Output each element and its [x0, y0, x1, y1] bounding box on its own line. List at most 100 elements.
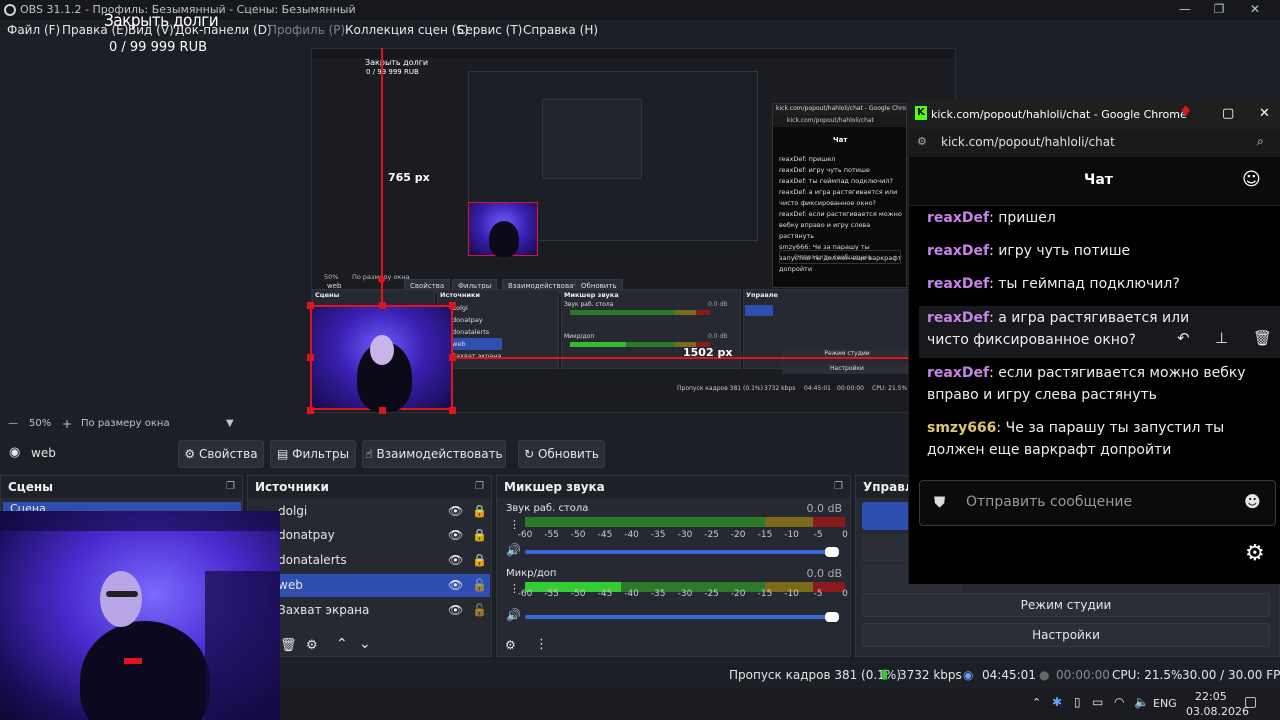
chat-message[interactable]: smzy666: Че за парашу ты запустил ты дол… [927, 417, 1267, 461]
resize-handle-r[interactable] [449, 354, 456, 361]
unlock-icon[interactable]: 🔓 [472, 574, 487, 597]
chat-username[interactable]: reaxDef [927, 310, 989, 326]
chat-message[interactable]: reaxDef: если растягивается можно вебку … [927, 362, 1267, 406]
menu-help[interactable]: Справка (H) [523, 23, 598, 37]
height-guide-line [381, 48, 383, 305]
rotate-handle[interactable] [378, 276, 385, 283]
source-toolbar: ◉ web ⚙ Свойства ▤ Фильтры ☝ Взаимодейст… [0, 440, 910, 468]
studio-mode-button[interactable]: Режим студии [862, 593, 1270, 617]
close-button[interactable]: ✕ [1259, 106, 1270, 121]
language-indicator[interactable]: ENG [1153, 697, 1177, 710]
mic-label: Микр/доп [506, 568, 557, 579]
shield-icon[interactable]: ⛊ [934, 493, 945, 511]
eye-icon[interactable]: 👁 [448, 500, 463, 523]
trash-icon[interactable]: 🗑 [1253, 329, 1272, 347]
close-button[interactable]: ✕ [1240, 2, 1270, 18]
kebab-menu-icon[interactable]: ⋮ [535, 637, 548, 652]
clock-time[interactable]: 22:05 [1195, 690, 1227, 703]
menu-file[interactable]: Файл (F) [7, 23, 60, 37]
interact-button[interactable]: ☝ Взаимодействовать [362, 440, 506, 468]
source-item-dolgi[interactable]: dolgi 👁 🔒 [250, 500, 490, 523]
resize-handle-l[interactable] [307, 354, 314, 361]
source-item-web[interactable]: web 👁 🔓 [250, 574, 490, 597]
eye-icon[interactable]: 👁 [448, 524, 463, 547]
volume-knob[interactable] [825, 547, 839, 557]
eye-icon[interactable]: 👁 [448, 574, 463, 597]
volume-icon[interactable]: 🔈 [1134, 695, 1149, 709]
notification-icon[interactable]: ▢ [1244, 694, 1257, 710]
eye-icon[interactable]: 👁 [448, 549, 463, 572]
settings-button[interactable]: Настройки [862, 623, 1270, 647]
wifi-icon[interactable]: ◠ [1114, 695, 1124, 709]
eye-icon[interactable]: 👁 [448, 599, 463, 622]
extension-icon[interactable]: ♦ [1179, 102, 1192, 120]
resize-handle-b[interactable] [379, 407, 386, 414]
chat-input[interactable]: ⛊ Отправить сообщение ☻ [919, 480, 1276, 526]
mixer-gear-icon[interactable]: ⚙ [505, 638, 516, 652]
reply-icon[interactable]: ↶ [1177, 329, 1190, 347]
url-text[interactable]: kick.com/popout/hahloli/chat [941, 135, 1115, 149]
source-item-screen-capture[interactable]: Захват экрана 👁 🔓 [250, 599, 490, 622]
menu-scene-collection[interactable]: Коллекция сцен (S) [345, 23, 469, 37]
chat-message[interactable]: reaxDef: игру чуть потише [927, 240, 1267, 262]
undock-icon[interactable]: ❐ [475, 481, 484, 492]
source-item-donatalerts[interactable]: donatalerts 👁 🔒 [250, 549, 490, 572]
menu-profile[interactable]: Профиль (P) [268, 23, 345, 37]
resize-handle-tl[interactable] [307, 302, 314, 309]
gear-icon[interactable]: ⚙ [306, 638, 318, 653]
speaker-icon[interactable]: 🔊 [506, 608, 521, 622]
nested-source-list: dolgi donatpay donatalerts web Захват эк… [452, 302, 502, 362]
lock-icon[interactable]: 🔒 [472, 500, 487, 523]
menu-tools[interactable]: Сервис (T) [457, 23, 522, 37]
clock-date[interactable]: 03.08.2026 [1186, 705, 1249, 718]
unlock-icon[interactable]: 🔓 [472, 599, 487, 622]
battery-icon[interactable]: ▭ [1092, 695, 1103, 709]
undock-icon[interactable]: ❐ [226, 481, 235, 492]
maximize-button[interactable]: ❐ [1204, 2, 1234, 18]
lock-icon[interactable]: 🔒 [472, 549, 487, 572]
undock-icon[interactable]: ❐ [834, 481, 843, 492]
properties-button[interactable]: ⚙ Свойства [178, 440, 264, 468]
bluetooth-icon[interactable]: ✱ [1052, 695, 1062, 709]
zoom-icon[interactable]: ⌕ [1257, 134, 1264, 149]
maximize-button[interactable]: ▢ [1222, 106, 1234, 121]
refresh-button[interactable]: ↻ Обновить [518, 440, 605, 468]
resize-handle-tr[interactable] [449, 302, 456, 309]
webcam-source-selected[interactable] [310, 305, 453, 412]
chat-username[interactable]: reaxDef [927, 276, 989, 292]
zoom-in-button[interactable]: + [62, 417, 72, 431]
arrow-up-icon[interactable]: ⌃ [336, 636, 348, 652]
resize-handle-t[interactable] [379, 302, 386, 309]
emoji-icon[interactable]: ☻ [1244, 492, 1261, 511]
resize-handle-br[interactable] [449, 407, 456, 414]
site-info-icon[interactable]: ⚙ [917, 135, 927, 148]
chat-username[interactable]: reaxDef [927, 210, 989, 226]
address-bar[interactable]: ⚙ kick.com/popout/hahloli/chat ⌕ [909, 129, 1280, 157]
usb-icon[interactable]: ▯ [1074, 695, 1081, 709]
pin-icon[interactable]: ⊥ [1215, 329, 1228, 347]
trash-icon[interactable]: 🗑 [280, 638, 297, 653]
settings-gear-icon[interactable]: ⚙ [1245, 541, 1265, 566]
mic-volume-slider[interactable] [525, 612, 839, 622]
chat-username[interactable]: reaxDef [927, 243, 989, 259]
chat-username[interactable]: reaxDef [927, 365, 989, 381]
minimize-button[interactable]: — [1170, 2, 1200, 18]
chat-message[interactable]: reaxDef: пришел [927, 207, 1267, 229]
chevron-up-icon[interactable]: ⌃ [1032, 696, 1041, 709]
zoom-fit-select[interactable]: По размеру окна [81, 418, 170, 429]
chevron-down-icon[interactable]: ▼ [226, 418, 234, 429]
filters-button[interactable]: ▤ Фильтры [270, 440, 356, 468]
source-item-donatpay[interactable]: donatpay 👁 🔒 [250, 524, 490, 547]
speaker-icon[interactable]: 🔊 [506, 543, 521, 557]
zoom-out-button[interactable]: — [8, 418, 18, 429]
resize-handle-bl[interactable] [307, 407, 314, 414]
nested-chat-input: Отправить сообщение [779, 250, 901, 264]
chat-message[interactable]: reaxDef: ты геймпад подключил? [927, 273, 1267, 295]
user-list-icon[interactable]: ☺ [1242, 169, 1261, 190]
desktop-volume-slider[interactable] [525, 547, 839, 557]
volume-knob[interactable] [825, 612, 839, 622]
nested-status-time: 04:45:01 [804, 385, 831, 392]
lock-icon[interactable]: 🔒 [472, 524, 487, 547]
arrow-down-icon[interactable]: ⌄ [359, 636, 371, 652]
chat-username[interactable]: smzy666 [927, 420, 996, 436]
